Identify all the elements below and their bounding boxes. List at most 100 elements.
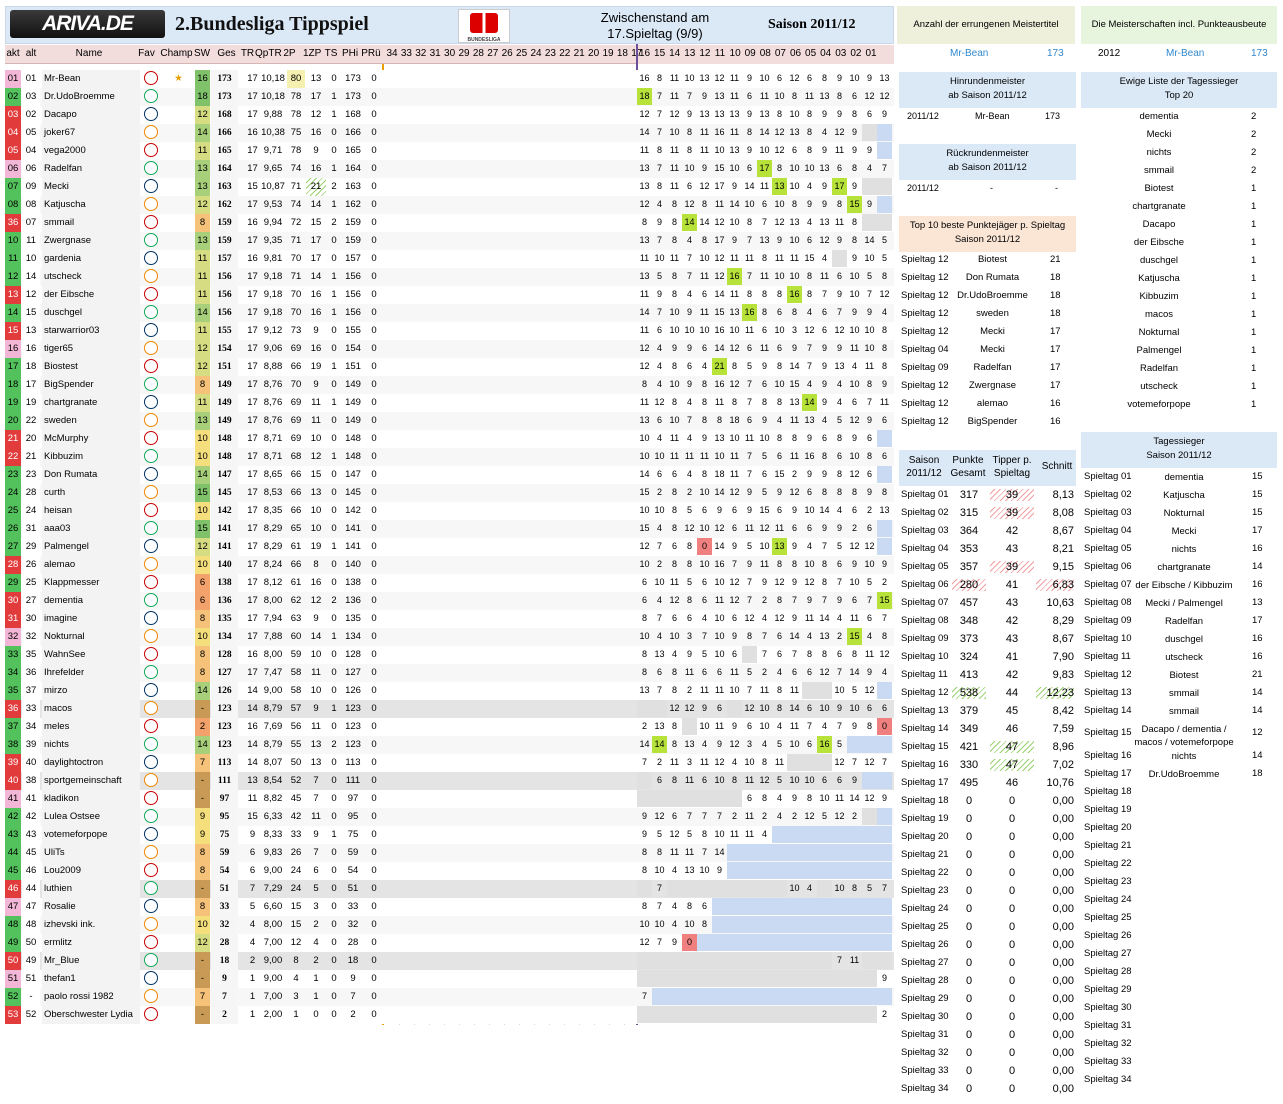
column-header-cell[interactable]: 15	[652, 48, 667, 59]
ewige-name[interactable]: Kibbuzim	[1100, 291, 1218, 302]
player-name[interactable]: macos	[42, 700, 140, 718]
player-name[interactable]: sportgemeinschaft	[42, 772, 140, 790]
player-name[interactable]: meles	[42, 718, 140, 736]
player-name[interactable]: curth	[42, 484, 140, 502]
table-row[interactable]: 06 06 Radelfan 13 164 17 9,65 74 16 1 164 0 13 7 11 10 9…	[5, 160, 894, 178]
table-row[interactable]: 29 25 Klappmesser 6 138 17 8,12 61 16 0 138 0 6 10 11 5…	[5, 574, 894, 592]
ewige-name[interactable]: duschgel	[1100, 255, 1218, 266]
player-name[interactable]: imagine	[42, 610, 140, 628]
table-row[interactable]: 16 16 tiger65 12 154 17 9,06 69 16 0 154 0 12 4 9 9 6 14 1…	[5, 340, 894, 358]
table-row[interactable]: 23 23 Don Rumata 14 147 17 8,65 66 15 0 147 0 14 6 6 4 8…	[5, 466, 894, 484]
player-name[interactable]: McMurphy	[42, 430, 140, 448]
tagessieger-name[interactable]: Biotest	[1130, 669, 1238, 683]
top10-name[interactable]: Dr.UdoBroemme	[950, 290, 1035, 301]
column-header-cell[interactable]: 34	[385, 48, 399, 59]
player-name[interactable]: Dr.UdoBroemme	[42, 88, 140, 106]
player-name[interactable]: izhevski ink.	[42, 916, 140, 934]
table-row[interactable]: 50 49 Mr_Blue -18 2 9,00 8 2 0 18 0 7 11	[5, 952, 894, 970]
player-name[interactable]: paolo rossi 1982	[42, 988, 140, 1006]
ariva-logo[interactable]: ARIVA.DE	[10, 10, 165, 38]
column-header-cell[interactable]: 01	[864, 48, 879, 59]
table-row[interactable]: 30 27 dementia 6 136 17 8,00 62 12 2 136 0 6 4 12 8 6 11 1…	[5, 592, 894, 610]
tagessieger-name[interactable]: smmail	[1130, 687, 1238, 701]
table-row[interactable]: 18 17 BigSpender 8 149 17 8,76 70 9 0 149 0 8 4 10 9 8 16…	[5, 376, 894, 394]
ewige-name[interactable]: Dacapo	[1100, 219, 1218, 230]
column-header-cell[interactable]: 08	[758, 48, 773, 59]
table-row[interactable]: 13 12 der Eibsche 11 156 17 9,18 70 16 1 156 0 11 9 8 4…	[5, 286, 894, 304]
tagessieger-name[interactable]: Dr.UdoBroemme	[1130, 768, 1238, 782]
player-name[interactable]: tiger65	[42, 340, 140, 358]
column-header-cell[interactable]: 1ZP	[303, 48, 321, 59]
table-row[interactable]: 46 44 luthien -51 7 7,29 24 5 0 51 0 7 10 4 10 8 5 7	[5, 880, 894, 898]
table-row[interactable]: 41 41 kladikon -97 11 8,82 45 7 0 97 0 6 8 4 9 8 10 11 14 1…	[5, 790, 894, 808]
player-name[interactable]: Dacapo	[42, 106, 140, 124]
table-row[interactable]: 36 07 smmail 8 159 16 9,94 72 15 2 159 0 8 9 8 14 14 12 10…	[5, 214, 894, 232]
column-header-cell[interactable]: 02	[848, 48, 863, 59]
player-name[interactable]: luthien	[42, 880, 140, 898]
column-header-cell[interactable]: QpTR	[255, 48, 282, 59]
table-row[interactable]: 08 08 Katjuscha 12 162 17 9,53 74 14 1 162 0 12 4 8 12 8…	[5, 196, 894, 214]
column-header-cell[interactable]: Fav	[136, 48, 157, 59]
player-name[interactable]: joker67	[42, 124, 140, 142]
player-name[interactable]: UliTs	[42, 844, 140, 862]
player-name[interactable]: Ihrefelder	[42, 664, 140, 682]
column-header-cell[interactable]: 28	[471, 48, 485, 59]
ewige-name[interactable]: Katjuscha	[1100, 273, 1218, 284]
player-name[interactable]: Don Rumata	[42, 466, 140, 484]
table-row[interactable]: 38 39 nichts 14 123 14 8,79 55 13 2 123 0 14 14 8 13 4 9 1…	[5, 736, 894, 754]
column-header-cell[interactable]: 13	[682, 48, 697, 59]
table-row[interactable]: 14 15 duschgel 14 156 17 9,18 70 16 1 156 0 14 7 10 9 11…	[5, 304, 894, 322]
table-row[interactable]: 21 20 McMurphy 10 148 17 8,71 69 10 0 148 0 10 4 11 4 9 1…	[5, 430, 894, 448]
column-header-cell[interactable]: 11	[713, 48, 728, 59]
tagessieger-name[interactable]: duschgel	[1130, 633, 1238, 647]
table-row[interactable]: 02 03 Dr.UdoBroemme 18 173 17 10,18 78 17 1 173 0 18…	[5, 88, 894, 106]
column-header-cell[interactable]: TR	[240, 48, 255, 59]
table-row[interactable]: 26 31 aaa03 15 141 17 8,29 65 10 0 141 0 15 4 8 12 10 12 6…	[5, 520, 894, 538]
column-header-cell[interactable]: 25	[515, 48, 529, 59]
table-row[interactable]: 12 14 utscheck 11 156 17 9,18 71 14 1 156 0 13 5 8 7 11 1…	[5, 268, 894, 286]
ewige-name[interactable]: macos	[1100, 309, 1218, 320]
table-row[interactable]: 25 24 heisan 10 142 17 8,35 66 10 0 142 0 10 10 8 5 6 9 6 9…	[5, 502, 894, 520]
column-header-cell[interactable]: 10	[728, 48, 743, 59]
table-row[interactable]: 03 02 Dacapo 12 168 17 9,88 78 12 1 168 0 12 7 12 9 13 13…	[5, 106, 894, 124]
column-header-cell[interactable]: 18	[615, 48, 629, 59]
column-header-cell[interactable]: Name	[43, 48, 135, 59]
column-header-cell[interactable]: 2P	[282, 48, 297, 59]
table-row[interactable]: 53 52 Oberschwester Lydia -2 1 2,00 1 0 0 2 0 2	[5, 1006, 894, 1024]
table-row[interactable]: 10 11 Zwergnase 13 159 17 9,35 71 17 0 159 0 13 7 8 4 8 1…	[5, 232, 894, 250]
table-row[interactable]: 07 09 Mecki 13 163 15 10,87 71 21 2 163 0 13 8 11 6 12 17…	[5, 178, 894, 196]
column-header-cell[interactable]: PHi	[341, 48, 359, 59]
column-header-cell[interactable]: alt	[22, 48, 40, 59]
top10-name[interactable]: Mecki	[950, 326, 1035, 337]
top10-name[interactable]: Biotest	[950, 254, 1035, 265]
player-name[interactable]: Klappmesser	[42, 574, 140, 592]
column-header-cell[interactable]: 06	[788, 48, 803, 59]
table-row[interactable]: 01 01 Mr-Bean ★ 16 173 17 10,18 80 13 0 173 0 16 8 11 10…	[5, 70, 894, 88]
tagessieger-name[interactable]: Nokturnal	[1130, 507, 1238, 521]
column-header-cell[interactable]: 29	[457, 48, 471, 59]
table-row[interactable]: 05 04 vega2000 11 165 17 9,71 78 9 0 165 0 11 8 11 8 11 1…	[5, 142, 894, 160]
column-header-cell[interactable]: 14	[667, 48, 682, 59]
player-name[interactable]: Oberschwester Lydia	[42, 1006, 140, 1024]
player-name[interactable]: der Eibsche	[42, 286, 140, 304]
column-header-cell[interactable]: 31	[428, 48, 442, 59]
table-row[interactable]: 44 45 UliTs 8 59 6 9,83 26 7 0 59 0 8 8 11 11 7 14	[5, 844, 894, 862]
table-row[interactable]: 33 35 WahnSee 8 128 16 8,00 59 10 0 128 0 8 13 4 9 5 10 6 7…	[5, 646, 894, 664]
top10-name[interactable]: alemao	[950, 398, 1035, 409]
table-row[interactable]: 52- paolo rossi 1982 7 7 1 7,00 3 1 0 7 0 7	[5, 988, 894, 1006]
player-name[interactable]: smmail	[42, 214, 140, 232]
tagessieger-name[interactable]: nichts	[1130, 750, 1238, 764]
player-name[interactable]: nichts	[42, 736, 140, 754]
player-name[interactable]: utscheck	[42, 268, 140, 286]
column-header-cell[interactable]: 27	[486, 48, 500, 59]
column-header-cell[interactable]: 33	[399, 48, 413, 59]
column-header-cell[interactable]: 19	[601, 48, 615, 59]
player-name[interactable]: aaa03	[42, 520, 140, 538]
ewige-name[interactable]: Nokturnal	[1100, 327, 1218, 338]
ewige-name[interactable]: smmail	[1100, 165, 1218, 176]
table-row[interactable]: 04 05 joker67 14 166 16 10,38 75 16 0 166 0 14 7 10 8 11…	[5, 124, 894, 142]
top10-name[interactable]: Don Rumata	[950, 272, 1035, 283]
player-name[interactable]: alemao	[42, 556, 140, 574]
table-row[interactable]: 40 38 sportgemeinschaft -111 13 8,54 52 7 0 111 0 6…	[5, 772, 894, 790]
tagessieger-name[interactable]: utscheck	[1130, 651, 1238, 665]
